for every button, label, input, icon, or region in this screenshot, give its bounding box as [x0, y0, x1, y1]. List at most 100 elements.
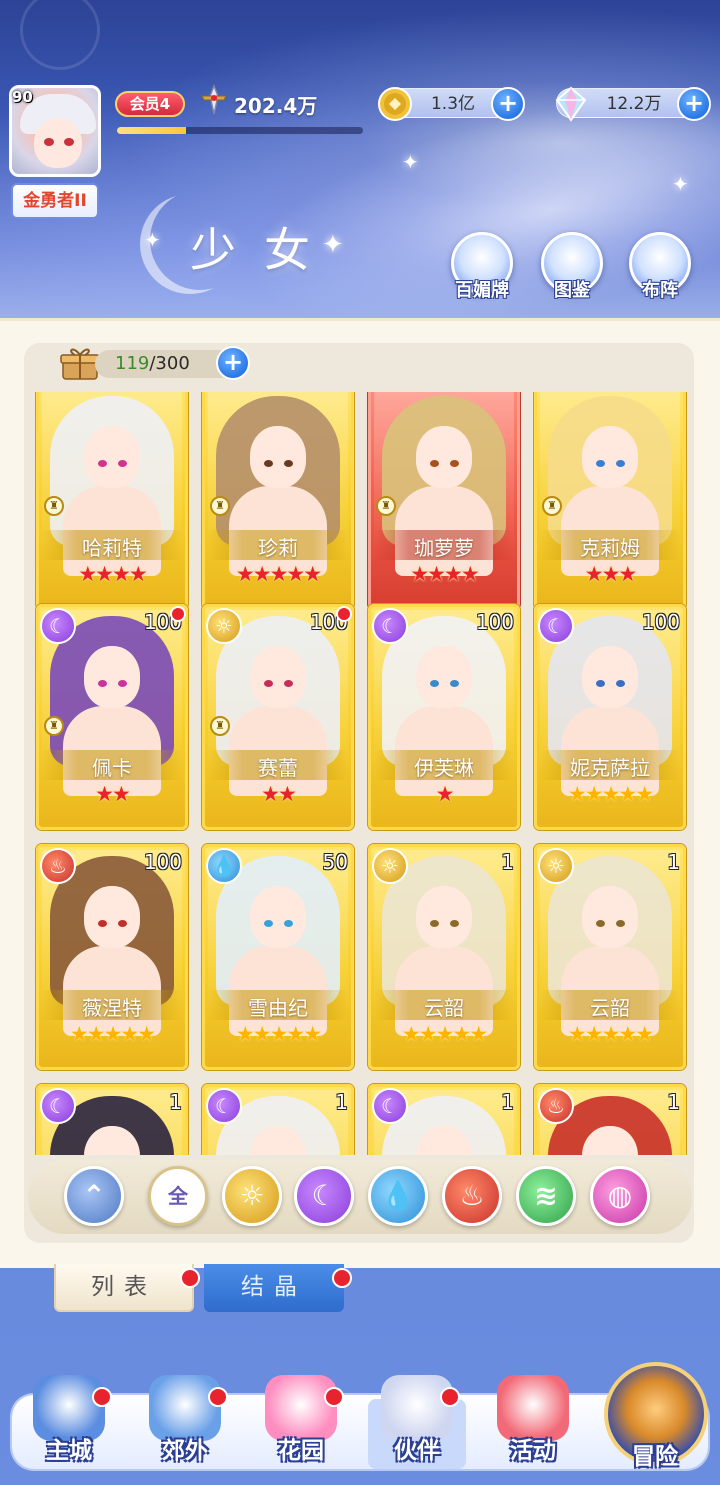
character-card[interactable]: 赛蕾 ★★ ☼ 100 ♜: [202, 604, 354, 830]
character-card[interactable]: 雪由纪 ★★★★★ 💧 50: [202, 844, 354, 1070]
moon-element-icon: ☾: [372, 608, 408, 644]
vip-badge[interactable]: 会员4: [115, 91, 185, 117]
filter-sun-button[interactable]: ☼: [222, 1166, 282, 1226]
star-rating: ★★★★★: [534, 1022, 686, 1046]
filter-all-button[interactable]: 全: [148, 1166, 208, 1226]
star-icon: ★: [601, 782, 621, 806]
star-icon: ★: [95, 782, 114, 806]
character-level: 100: [641, 610, 680, 634]
star-icon: ★: [567, 1022, 587, 1046]
star-icon: ★: [452, 1022, 471, 1046]
star-icon: ★: [286, 1022, 305, 1046]
star-icon: ★: [112, 562, 131, 586]
nav-heart[interactable]: 花园: [246, 1375, 356, 1475]
character-level: 1: [667, 850, 680, 874]
card-collection-button[interactable]: 百媚牌: [446, 232, 518, 304]
nav-label: 伙伴: [394, 1438, 440, 1464]
star-icon: ★: [120, 1022, 139, 1046]
star-icon: ★: [584, 1022, 604, 1046]
star-icon: ★: [78, 562, 97, 586]
character-level: 1: [501, 850, 514, 874]
exp-progress-bar: [117, 127, 363, 134]
star-rating: ★★★★★: [202, 562, 354, 586]
crystal-gem-icon: [555, 86, 587, 122]
notification-dot: [440, 1387, 460, 1407]
filter-orb-button[interactable]: ◍: [590, 1166, 650, 1226]
nav-adventure[interactable]: 冒险: [600, 1375, 710, 1475]
character-card[interactable]: ♨ 1: [534, 1084, 686, 1155]
tab-crystal[interactable]: 结晶: [204, 1264, 352, 1312]
notification-dot: [336, 606, 352, 622]
filter-water-button[interactable]: 💧: [368, 1166, 428, 1226]
sort-filter-button[interactable]: ⌃: [64, 1166, 124, 1226]
filter-fire-button[interactable]: ♨: [442, 1166, 502, 1226]
role-icon: ♜: [210, 496, 230, 516]
star-icon: ★: [469, 1022, 488, 1046]
character-card[interactable]: 妮克萨拉 ★★★★★ ☾ 100: [534, 604, 686, 830]
sparkle-icon: ✦: [672, 172, 689, 196]
star-icon: ★: [427, 562, 446, 586]
star-icon: ★: [444, 562, 463, 586]
star-icon: ★: [303, 1022, 322, 1046]
tab-list[interactable]: 列表: [54, 1264, 200, 1312]
character-name: 赛蕾: [258, 756, 298, 780]
star-icon: ★: [303, 562, 322, 586]
notification-dot: [324, 1387, 344, 1407]
expand-roster-button[interactable]: +: [216, 346, 250, 380]
character-card[interactable]: 克莉姆 ★★★ ♜: [534, 392, 686, 610]
star-icon: ★: [435, 1022, 455, 1046]
sun-element-icon: ☼: [206, 608, 242, 644]
character-card[interactable]: ☾ 1: [36, 1084, 188, 1155]
character-level: 50: [322, 850, 348, 874]
formation-button[interactable]: 布阵: [624, 232, 696, 304]
character-card[interactable]: 哈莉特 ★★★★ ♜: [36, 392, 188, 610]
nav-partner[interactable]: 伙伴: [362, 1375, 472, 1475]
roster-count: 119: [115, 353, 150, 374]
star-icon: ★: [252, 562, 272, 586]
notification-dot: [332, 1268, 352, 1288]
star-icon: ★: [137, 1022, 156, 1046]
character-card[interactable]: 伊芙琳 ★ ☾ 100: [368, 604, 520, 830]
player-level: 90: [12, 88, 33, 106]
nav-label: 郊外: [162, 1438, 208, 1464]
add-crystal-button[interactable]: +: [677, 87, 711, 121]
character-card[interactable]: 云韶 ★★★★★ ☼ 1: [534, 844, 686, 1070]
character-level: 1: [501, 1090, 514, 1114]
star-icon: ★: [418, 1022, 438, 1046]
add-gold-button[interactable]: +: [491, 87, 525, 121]
character-card[interactable]: 薇涅特 ★★★★★ ♨ 100: [36, 844, 188, 1070]
element-filter-bar: ⌃ 全 ☼ ☾ 💧 ♨ ≋ ◍: [28, 1160, 692, 1234]
star-icon: ★: [128, 562, 148, 586]
star-icon: ★: [103, 1022, 123, 1046]
star-icon: ★: [235, 1022, 255, 1046]
nav-portal[interactable]: 郊外: [130, 1375, 240, 1475]
character-name: 珍莉: [258, 536, 298, 560]
notification-dot: [92, 1387, 112, 1407]
filter-wind-button[interactable]: ≋: [516, 1166, 576, 1226]
character-card[interactable]: 佩卡 ★★ ☾ 100 ♜: [36, 604, 188, 830]
character-name: 伊芙琳: [414, 756, 474, 780]
star-rating: ★★★: [534, 562, 686, 586]
nav-label: 花园: [278, 1438, 324, 1464]
character-card[interactable]: 云韶 ★★★★★ ☼ 1: [368, 844, 520, 1070]
filter-moon-button[interactable]: ☾: [294, 1166, 354, 1226]
character-card[interactable]: 珍莉 ★★★★★ ♜: [202, 392, 354, 610]
character-card[interactable]: ☾ 1: [368, 1084, 520, 1155]
moon-element-icon: ☾: [372, 1088, 408, 1124]
star-rating: ★: [368, 782, 520, 806]
star-rating: ★★★★★: [202, 1022, 354, 1046]
character-name: 佩卡: [92, 756, 132, 780]
nav-castle[interactable]: 主城: [14, 1375, 124, 1475]
fire-element-icon: ♨: [538, 1088, 574, 1124]
player-title-badge[interactable]: 金勇者II: [11, 183, 99, 219]
heart-decoration: [3, 0, 117, 87]
nav-gift[interactable]: 活动: [478, 1375, 588, 1475]
character-card[interactable]: ☾ 1: [202, 1084, 354, 1155]
character-level: 1: [335, 1090, 348, 1114]
character-card[interactable]: 珈萝萝 ★★★★ ♜: [368, 392, 520, 610]
combat-power-value: 202.4万: [234, 94, 318, 118]
star-icon: ★: [86, 1022, 106, 1046]
star-icon: ★: [618, 562, 637, 586]
moon-element-icon: ☾: [538, 608, 574, 644]
codex-button[interactable]: 图鉴: [536, 232, 608, 304]
